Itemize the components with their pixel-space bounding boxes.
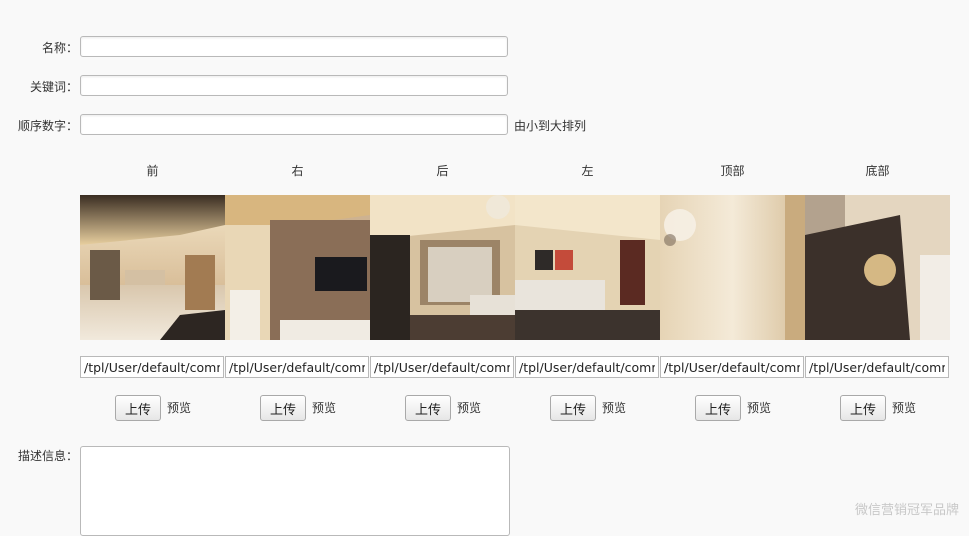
- name-label: 名称：: [41, 41, 78, 55]
- description-label: 描述信息：: [17, 449, 78, 463]
- path-input-left[interactable]: [515, 356, 659, 378]
- upload-button-left[interactable]: 上传: [550, 395, 596, 421]
- path-input-bottom[interactable]: [805, 356, 949, 378]
- order-label: 顺序数字：: [17, 119, 78, 133]
- path-input-right[interactable]: [225, 356, 369, 378]
- upload-button-back[interactable]: 上传: [405, 395, 451, 421]
- path-input-back[interactable]: [370, 356, 514, 378]
- description-textarea[interactable]: [80, 446, 510, 536]
- face-label-top: 顶部: [720, 164, 745, 178]
- preview-link-back[interactable]: 预览: [457, 399, 481, 416]
- watermark: 微信营销冠军品牌: [854, 503, 959, 518]
- panorama-image: [80, 195, 950, 340]
- upload-button-front[interactable]: 上传: [115, 395, 161, 421]
- path-input-front[interactable]: [80, 356, 224, 378]
- preview-link-top[interactable]: 预览: [747, 399, 771, 416]
- upload-button-top[interactable]: 上传: [695, 395, 741, 421]
- preview-link-right[interactable]: 预览: [312, 399, 336, 416]
- upload-button-bottom[interactable]: 上传: [840, 395, 886, 421]
- preview-link-bottom[interactable]: 预览: [892, 399, 916, 416]
- keyword-input[interactable]: [80, 75, 508, 96]
- face-label-back: 后: [436, 164, 449, 178]
- face-label-right: 右: [291, 164, 304, 178]
- order-input[interactable]: [80, 114, 508, 135]
- face-label-bottom: 底部: [865, 164, 890, 178]
- preview-link-left[interactable]: 预览: [602, 399, 626, 416]
- face-label-left: 左: [581, 164, 594, 178]
- path-input-top[interactable]: [660, 356, 804, 378]
- keyword-label: 关键词：: [29, 80, 78, 94]
- preview-link-front[interactable]: 预览: [167, 399, 191, 416]
- panorama-preview-strip: [80, 195, 950, 340]
- face-label-front: 前: [146, 164, 159, 178]
- upload-button-right[interactable]: 上传: [260, 395, 306, 421]
- order-hint: 由小到大排列: [514, 119, 587, 133]
- name-input[interactable]: [80, 36, 508, 57]
